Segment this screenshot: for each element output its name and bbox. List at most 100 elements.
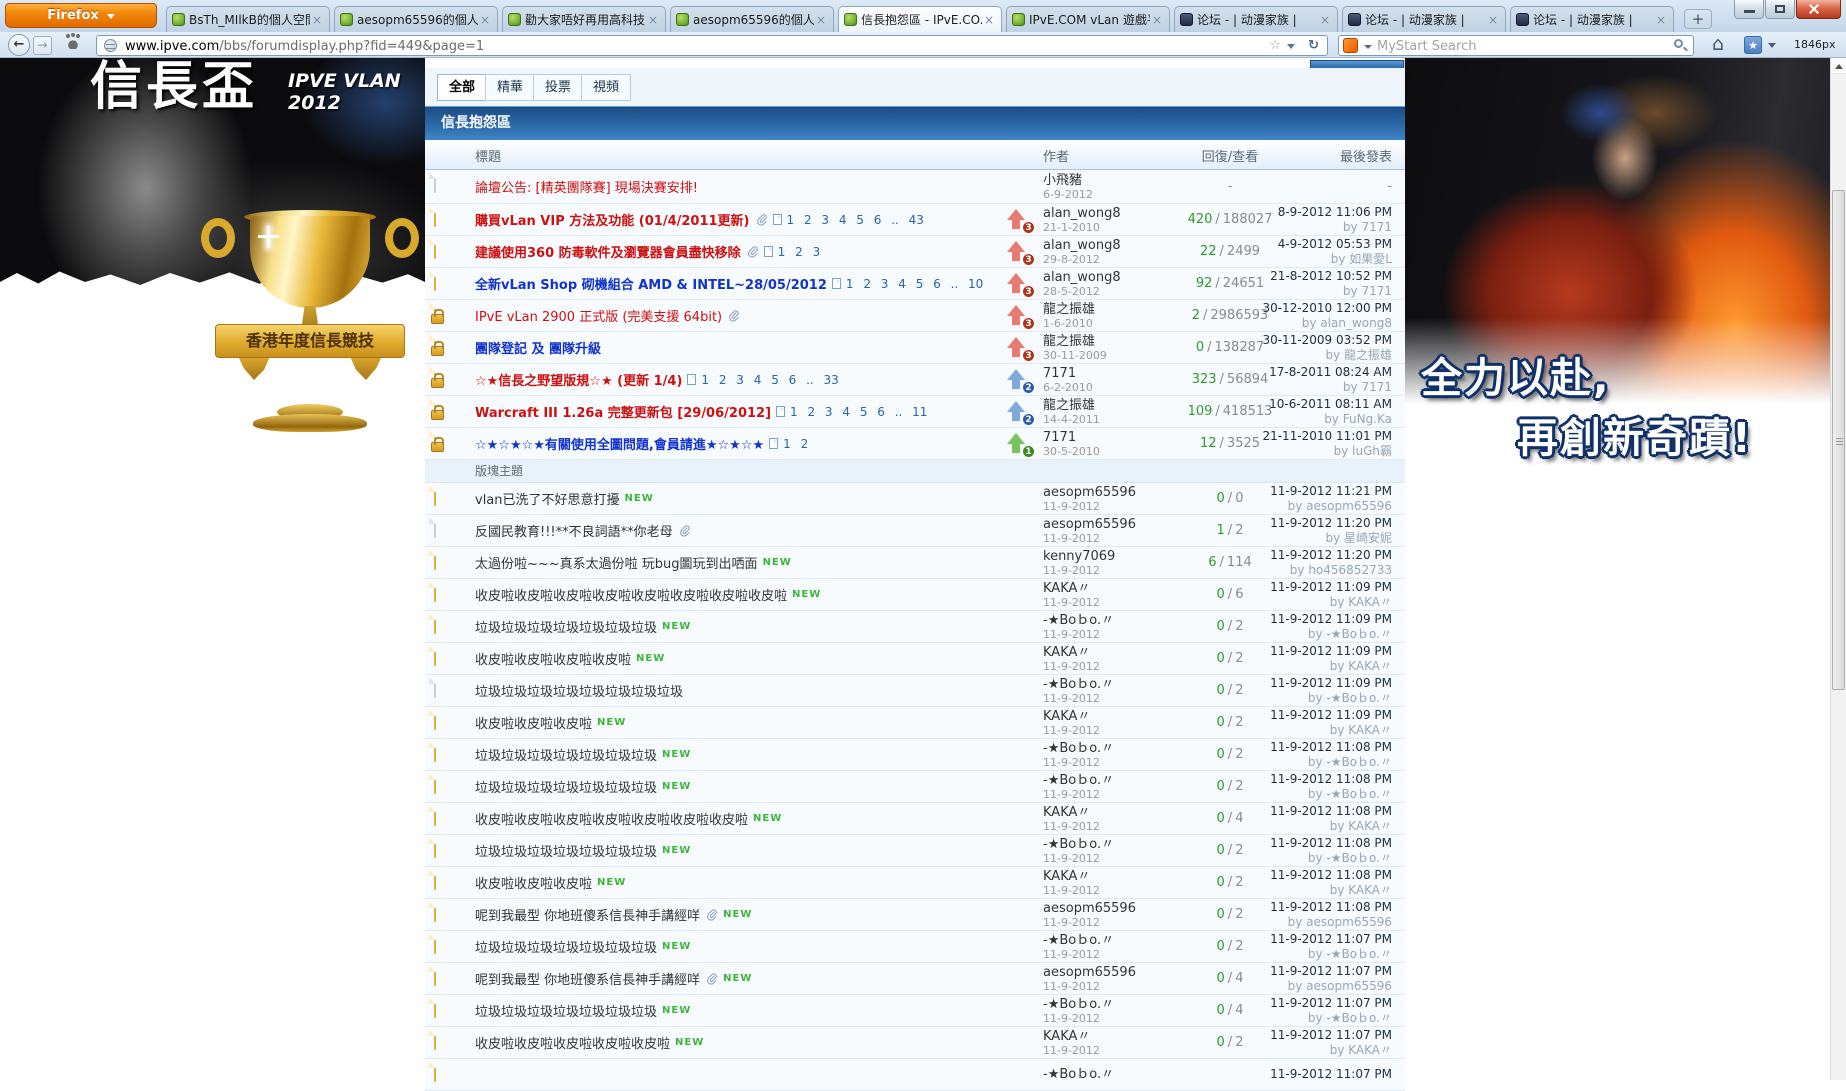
browser-tab[interactable]: aesopm65596的個人... × (334, 6, 498, 32)
thread-title-link[interactable]: 論壇公告: [精英團隊賽] 現場決賽安排! (475, 177, 698, 196)
url-dropdown-icon[interactable] (1287, 44, 1295, 49)
author-link[interactable]: aesopm65596 (1043, 517, 1173, 532)
bookmarks-dropdown-icon[interactable] (1768, 43, 1776, 48)
lastpost-author-link[interactable]: by ho456852733 (1290, 563, 1392, 577)
thread-title-link[interactable]: 呢到我最型 你地班傻系信長神手講經咩 (475, 905, 700, 924)
thread-title-link[interactable]: 垃圾垃圾垃圾垃圾垃圾垃圾垃圾 (475, 617, 657, 636)
thread-title-link[interactable]: 反國民教育!!!**不良詞語**你老母 (475, 521, 673, 540)
url-bar[interactable]: www.ipve.com/bbs/forumdisplay.php?fid=44… (96, 35, 1328, 56)
thread-title-link[interactable]: 呢到我最型 你地班傻系信長神手講經咩 (475, 969, 700, 988)
browser-tab[interactable]: 信長抱怨區 - IPvE.CO... × (838, 6, 1002, 32)
thread-title-link[interactable]: 垃圾垃圾垃圾垃圾垃圾垃圾垃圾 (475, 745, 657, 764)
author-link[interactable]: aesopm65596 (1043, 485, 1173, 500)
lastpost-author-link[interactable]: by alan_wong8 (1302, 316, 1392, 330)
browser-tab[interactable]: BsTh_MIlkB的個人空間... × (166, 6, 330, 32)
browser-tab[interactable]: 勸大家唔好再用高科技... × (502, 6, 666, 32)
lastpost-author-link[interactable]: by 星崎安妮 (1325, 531, 1392, 545)
browser-tab[interactable]: 论坛 - | 动漫家族 | × (1174, 6, 1338, 32)
tab-close-icon[interactable]: × (1654, 13, 1668, 27)
author-link[interactable]: kenny7069 (1043, 549, 1173, 564)
tab-close-icon[interactable]: × (310, 13, 324, 27)
thread-title-link[interactable]: Warcraft III 1.26a 完整更新包 [29/06/2012] (475, 402, 771, 421)
lastpost-author-link[interactable]: by KAKA〃 (1330, 1043, 1392, 1057)
author-link[interactable]: KAKA〃 (1043, 1029, 1173, 1044)
page-number-links[interactable]: 1 2 3 4 5 6 .. 10 (846, 277, 983, 291)
author-link[interactable]: -★Boｂo.〃 (1043, 997, 1173, 1012)
thread-title-link[interactable]: vlan已洗了不好思意打擾 (475, 489, 620, 508)
page-number-links[interactable]: 1 2 (783, 437, 808, 451)
lastpost-author-link[interactable]: by 7171 (1343, 284, 1392, 298)
lastpost-author-link[interactable]: by luGh霸 (1334, 444, 1392, 458)
forum-tab-0[interactable]: 全部 (437, 74, 487, 101)
thread-title-link[interactable]: 太過份啦~~~真系太過份啦 玩bug圖玩到出哂面 (475, 553, 758, 572)
lastpost-author-link[interactable]: by -★Boｂo.〃 (1308, 1011, 1392, 1025)
lastpost-author-link[interactable]: by aesopm65596 (1288, 915, 1392, 929)
tab-close-icon[interactable]: × (982, 13, 996, 27)
thread-title-link[interactable]: 垃圾垃圾垃圾垃圾垃圾垃圾垃圾 (475, 841, 657, 860)
browser-tab[interactable]: IPvE.COM vLan 遊戲平... × (1006, 6, 1170, 32)
lastpost-author-link[interactable]: by 如果愛L (1331, 252, 1392, 266)
lastpost-author-link[interactable]: by 龍之振雄 (1325, 348, 1392, 362)
scrollbar-up-button[interactable] (1831, 58, 1846, 74)
forum-tab-2[interactable]: 投票 (533, 74, 583, 101)
author-link[interactable]: -★Boｂo.〃 (1043, 933, 1173, 948)
tab-close-icon[interactable]: × (1486, 13, 1500, 27)
author-link[interactable]: alan_wong8 (1043, 238, 1173, 253)
forum-tab-3[interactable]: 視頻 (581, 74, 631, 101)
bookmarks-menu-icon[interactable]: ★ (1744, 36, 1762, 54)
thread-title-link[interactable]: 收皮啦收皮啦收皮啦收皮啦收皮啦收皮啦收皮啦 (475, 809, 748, 828)
author-link[interactable]: 龍之振雄 (1043, 398, 1173, 413)
tab-close-icon[interactable]: × (1318, 13, 1332, 27)
author-link[interactable]: aesopm65596 (1043, 901, 1173, 916)
author-link[interactable]: -★Boｂo.〃 (1043, 677, 1173, 692)
thread-title-link[interactable]: 收皮啦收皮啦收皮啦 (475, 713, 592, 732)
lastpost-author-link[interactable]: by KAKA〃 (1330, 723, 1392, 737)
back-button[interactable]: ← (8, 34, 30, 56)
lastpost-author-link[interactable]: by aesopm65596 (1288, 499, 1392, 513)
search-engine-dropdown-icon[interactable] (1364, 45, 1372, 49)
reload-icon[interactable]: ↻ (1308, 38, 1319, 53)
tab-close-icon[interactable]: × (814, 13, 828, 27)
browser-tab[interactable]: 论坛 - | 动漫家族 | × (1510, 6, 1674, 32)
lastpost-author-link[interactable]: by -★Boｂo.〃 (1308, 787, 1392, 801)
author-link[interactable]: 小飛豬 (1043, 173, 1173, 188)
thread-title-link[interactable]: ☆★☆★☆★有關使用全圖問題,會員請進★☆★☆★ (475, 434, 764, 453)
thread-title-link[interactable]: 團隊登記 及 團隊升級 (475, 338, 601, 357)
lastpost-author-link[interactable]: by KAKA〃 (1330, 819, 1392, 833)
page-number-links[interactable]: 1 2 3 (778, 245, 821, 259)
thread-title-link[interactable]: 垃圾垃圾垃圾垃圾垃圾垃圾垃圾垃圾 (475, 681, 683, 700)
tab-close-icon[interactable]: × (646, 13, 660, 27)
thread-title-link[interactable]: 垃圾垃圾垃圾垃圾垃圾垃圾垃圾 (475, 777, 657, 796)
search-icon[interactable] (1674, 39, 1683, 48)
forum-tab-1[interactable]: 精華 (485, 74, 535, 101)
new-tab-button[interactable]: + (1684, 9, 1712, 29)
search-engine-icon[interactable] (1343, 38, 1358, 53)
scrollbar-thumb[interactable] (1832, 190, 1845, 690)
page-number-links[interactable]: 1 2 3 4 5 6 .. 11 (790, 405, 927, 419)
home-icon[interactable]: ⌂ (1712, 33, 1724, 55)
thread-title-link[interactable]: IPvE vLan 2900 正式版 (完美支援 64bit) (475, 306, 722, 325)
thread-title-link[interactable]: 垃圾垃圾垃圾垃圾垃圾垃圾垃圾 (475, 937, 657, 956)
window-minimize-button[interactable] (1734, 0, 1764, 19)
tab-close-icon[interactable]: × (478, 13, 492, 27)
author-link[interactable]: -★Boｂo.〃 (1043, 773, 1173, 788)
lastpost-author-link[interactable]: by aesopm65596 (1288, 979, 1392, 993)
thread-title-link[interactable]: 收皮啦收皮啦收皮啦 (475, 873, 592, 892)
forward-button[interactable]: → (33, 36, 52, 55)
lastpost-author-link[interactable]: by -★Boｂo.〃 (1308, 755, 1392, 769)
thread-title-link[interactable]: 垃圾垃圾垃圾垃圾垃圾垃圾垃圾 (475, 1001, 657, 1020)
lastpost-author-link[interactable]: by -★Boｂo.〃 (1308, 691, 1392, 705)
author-link[interactable]: KAKA〃 (1043, 709, 1173, 724)
lastpost-author-link[interactable]: by FuNg.Ka (1324, 412, 1392, 426)
lastpost-author-link[interactable]: by KAKA〃 (1330, 659, 1392, 673)
search-box[interactable]: MyStart Search (1338, 35, 1694, 56)
thread-title-link[interactable]: 全新vLan Shop 砌機組合 AMD & INTEL~28/05/2012 (475, 274, 827, 293)
author-link[interactable]: -★Boｂo.〃 (1043, 837, 1173, 852)
page-number-links[interactable]: 1 2 3 4 5 6 .. 33 (701, 373, 838, 387)
thread-title-link[interactable]: 收皮啦收皮啦收皮啦收皮啦 (475, 649, 631, 668)
author-link[interactable]: alan_wong8 (1043, 206, 1173, 221)
author-link[interactable]: aesopm65596 (1043, 965, 1173, 980)
window-restore-button[interactable] (1765, 0, 1795, 19)
author-link[interactable]: KAKA〃 (1043, 581, 1173, 596)
thread-title-link[interactable]: 收皮啦收皮啦收皮啦收皮啦收皮啦 (475, 1033, 670, 1052)
